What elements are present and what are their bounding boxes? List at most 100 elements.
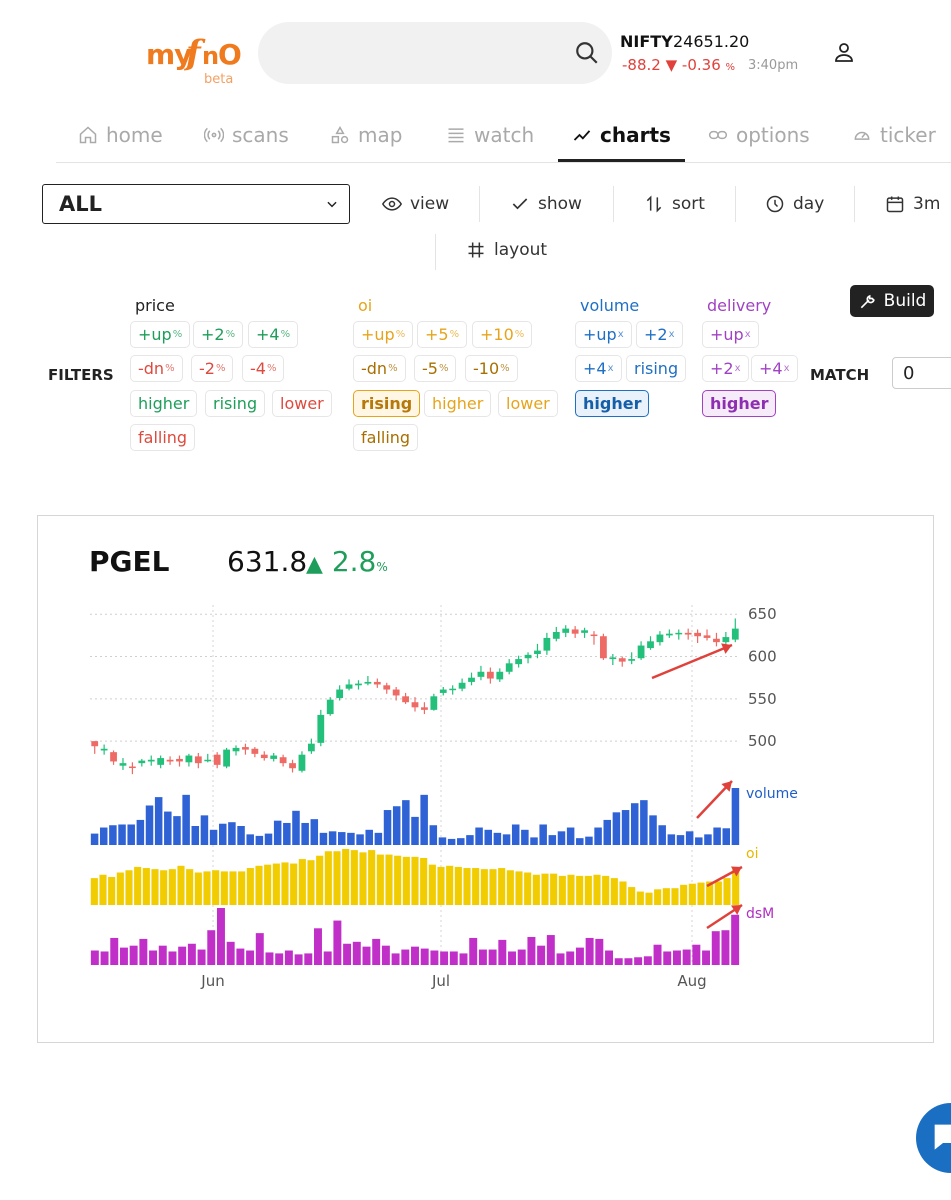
- delivery-bar: [469, 937, 478, 965]
- volume-bar: [704, 834, 712, 845]
- oi-bar: [359, 852, 367, 905]
- panel-label: dsM: [746, 906, 774, 922]
- volume-bar: [301, 822, 309, 845]
- delivery-bar: [556, 953, 565, 965]
- candle: [194, 756, 202, 764]
- volume-bar: [502, 834, 511, 845]
- oi-bar: [420, 857, 428, 905]
- volume-bar: [557, 831, 566, 845]
- oi-bar: [489, 869, 497, 905]
- volume-bar: [182, 794, 190, 845]
- volume-bar: [255, 835, 264, 845]
- delivery-bar: [411, 946, 419, 965]
- candle: [703, 635, 711, 638]
- candle: [298, 754, 306, 771]
- candle: [232, 747, 240, 752]
- volume-bar: [99, 827, 108, 845]
- candle: [496, 671, 504, 680]
- delivery-bar: [236, 948, 245, 965]
- oi-bar: [515, 871, 523, 905]
- oi-bar: [680, 884, 688, 905]
- delivery-bar: [362, 946, 371, 965]
- price-chart[interactable]: 650 600 550 500 Jun Jul Aug volume oi dsM: [0, 0, 951, 1200]
- delivery-bar: [449, 951, 458, 965]
- volume-bar: [466, 835, 474, 845]
- oi-bar: [662, 888, 670, 905]
- volume-bar: [585, 836, 593, 845]
- chat-icon: [934, 1124, 951, 1150]
- candle: [421, 707, 428, 710]
- delivery-bar: [527, 936, 536, 965]
- delivery-bar: [381, 945, 390, 965]
- oi-bar: [532, 874, 540, 905]
- candle: [317, 714, 325, 743]
- panel-label: volume: [746, 786, 798, 802]
- candle: [129, 766, 136, 769]
- delivery-bar: [420, 948, 429, 965]
- delivery-bar: [275, 953, 284, 965]
- delivery-bar: [605, 950, 614, 965]
- candle: [713, 638, 720, 643]
- oi-bar: [333, 851, 341, 905]
- delivery-bar: [566, 951, 575, 965]
- oi-bar: [116, 872, 124, 905]
- oi-bar: [394, 855, 402, 905]
- oi-bar: [498, 868, 506, 905]
- candle: [270, 755, 278, 759]
- volume-bar: [630, 803, 639, 845]
- delivery-bar: [711, 931, 720, 965]
- oi-bar: [290, 863, 298, 905]
- volume-bar: [713, 827, 721, 845]
- oi-bar: [584, 875, 592, 905]
- oi-bar: [229, 871, 237, 905]
- delivery-bar: [498, 939, 507, 965]
- delivery-bar: [731, 914, 740, 965]
- delivery-bar: [643, 956, 652, 965]
- delivery-bar: [653, 944, 662, 965]
- volume-bar: [292, 810, 300, 845]
- candle: [477, 671, 485, 677]
- volume-bar: [420, 794, 428, 845]
- delivery-bar: [614, 958, 623, 965]
- delivery-bar: [168, 951, 177, 965]
- oi-bar: [281, 862, 289, 905]
- oi-bar: [697, 882, 705, 905]
- delivery-bar: [682, 949, 691, 965]
- delivery-bar: [314, 928, 322, 965]
- volume-bar: [145, 805, 154, 845]
- oi-bar: [272, 863, 280, 905]
- candle: [166, 759, 174, 762]
- oi-bar: [298, 859, 306, 905]
- delivery-bar: [352, 941, 361, 965]
- delivery-bar: [459, 953, 468, 965]
- volume-bar: [484, 829, 492, 845]
- candle: [373, 681, 381, 685]
- delivery-bar: [304, 953, 313, 965]
- oi-bar: [714, 881, 722, 905]
- candle: [628, 659, 636, 661]
- oi-bar: [385, 854, 393, 905]
- oi-bar: [541, 873, 549, 905]
- oi-bar: [558, 875, 566, 905]
- volume-bar: [649, 815, 657, 845]
- candle: [383, 685, 391, 690]
- delivery-bar: [110, 937, 119, 965]
- delivery-bar: [216, 908, 225, 965]
- volume-bar: [118, 824, 126, 845]
- volume-bar: [493, 832, 502, 845]
- oi-bar: [134, 866, 142, 905]
- volume-bar: [438, 837, 447, 845]
- candle: [524, 654, 532, 659]
- candle: [543, 637, 551, 651]
- oi-bar: [688, 883, 696, 905]
- delivery-bar: [100, 951, 109, 965]
- candle: [618, 658, 626, 662]
- candle: [100, 748, 108, 751]
- candle: [402, 696, 409, 703]
- volume-bar: [640, 800, 648, 845]
- delivery-bar: [158, 945, 167, 965]
- volume-bar: [154, 797, 163, 845]
- candle: [176, 758, 183, 762]
- oi-bar: [350, 850, 358, 905]
- candle: [336, 689, 344, 698]
